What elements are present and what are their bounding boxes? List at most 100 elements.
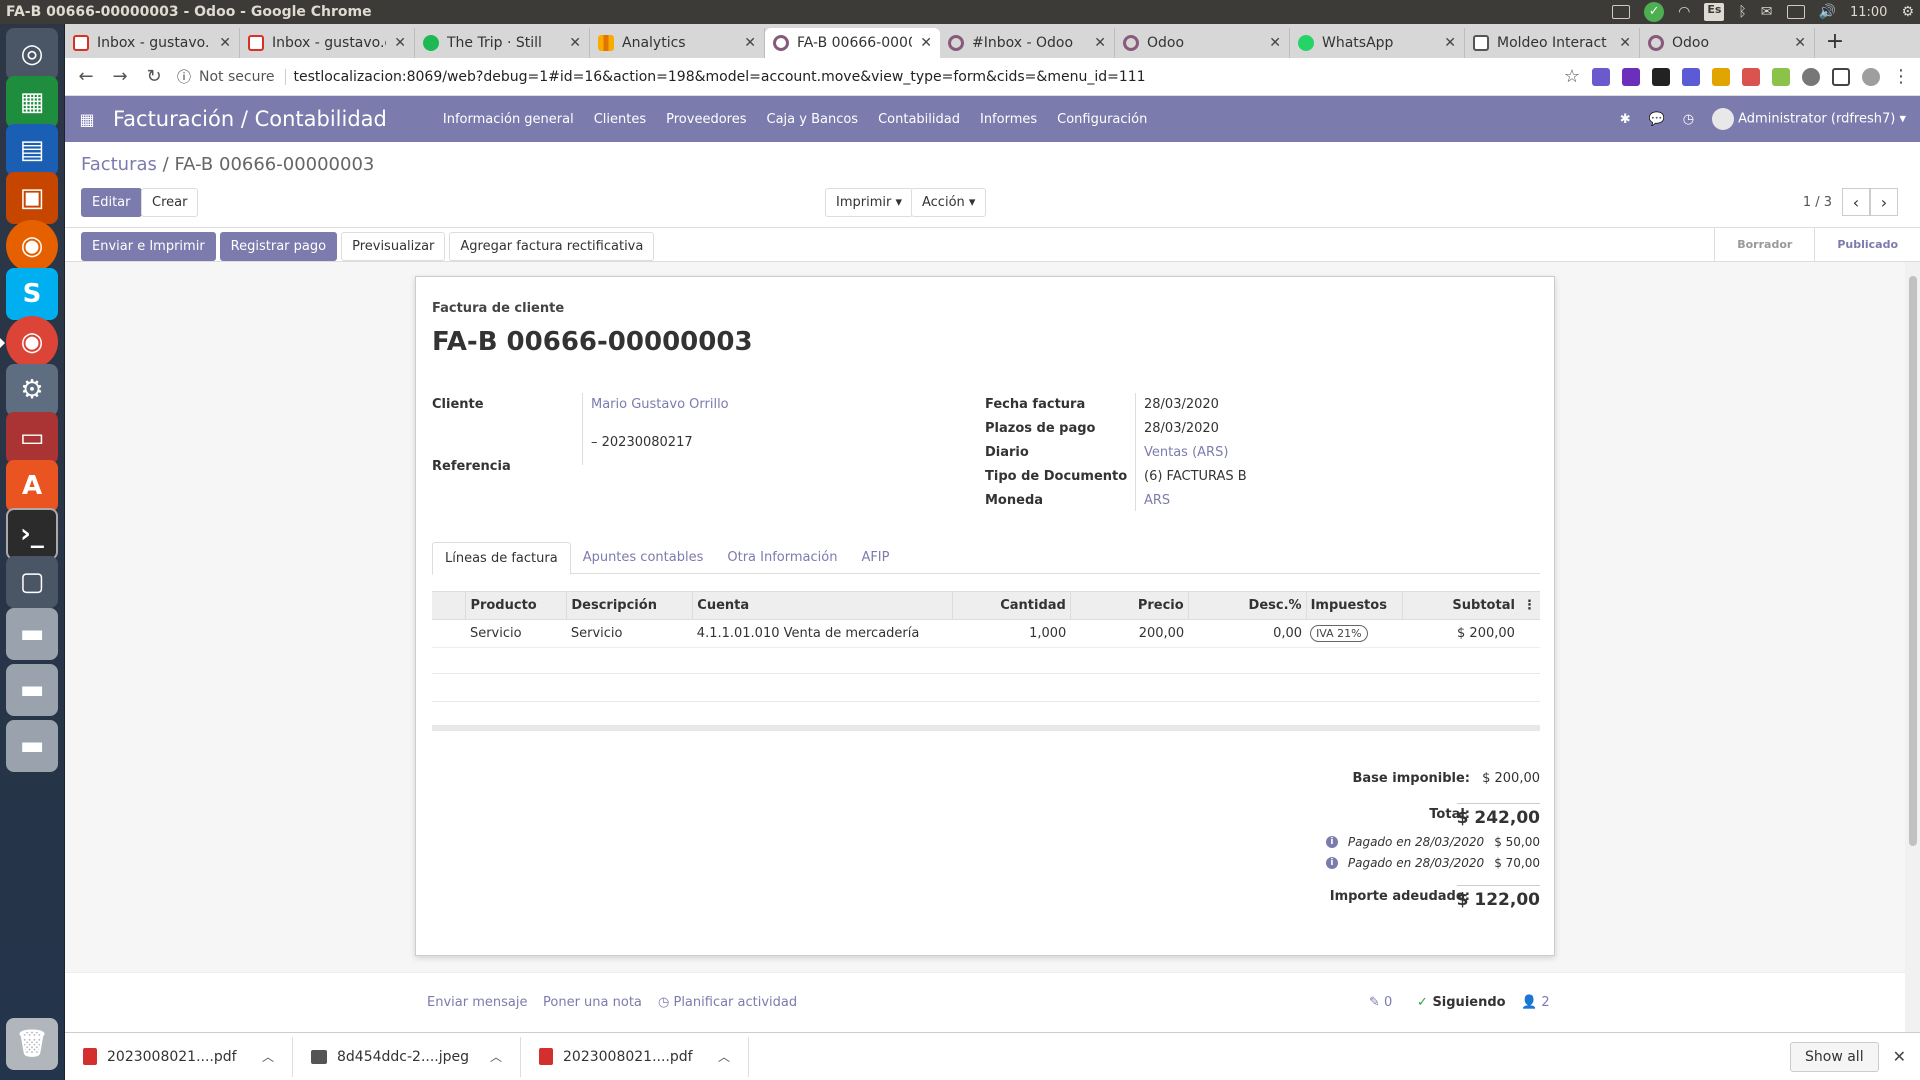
skype-app-icon[interactable]: S — [6, 268, 58, 320]
extension-icon[interactable] — [1712, 67, 1730, 86]
extension-icon[interactable] — [1802, 67, 1820, 86]
close-tab-icon[interactable]: ✕ — [920, 35, 932, 51]
column-header-price[interactable]: Precio — [1070, 591, 1189, 620]
back-arrow-icon[interactable]: ← — [75, 66, 97, 87]
column-header-subtotal[interactable]: Subtotal — [1402, 591, 1519, 620]
address-bar[interactable]: ⓘ Not secure testlocalizacion:8069/web?d… — [177, 62, 1552, 92]
messaging-icon[interactable]: 💬 — [1649, 112, 1665, 127]
close-tab-icon[interactable]: ✕ — [219, 35, 231, 51]
scrollbar-thumb[interactable] — [1909, 276, 1917, 846]
download-item[interactable]: 2023008021....pdf ︿ — [521, 1036, 749, 1077]
browser-tab[interactable]: The Trip · Still ✕ — [415, 28, 590, 58]
drive-icon[interactable]: ▬ — [6, 664, 58, 716]
chrome-app-icon[interactable]: ◉ — [0, 316, 58, 368]
action-dropdown[interactable]: Acción ▾ — [911, 188, 987, 217]
chevron-up-icon[interactable]: ︿ — [490, 1048, 502, 1065]
terminal-app-icon[interactable]: ›_ — [6, 508, 58, 560]
app-title[interactable]: Facturación / Contabilidad — [113, 107, 387, 131]
info-icon[interactable]: i — [1325, 857, 1338, 869]
send-print-button[interactable]: Enviar e Imprimir — [81, 232, 216, 261]
add-credit-note-button[interactable]: Agregar factura rectificativa — [449, 232, 655, 261]
browser-tab[interactable]: Moldeo Interact ✕ — [1465, 28, 1640, 58]
volume-icon[interactable]: 🔊 — [1819, 4, 1836, 20]
menu-configuration[interactable]: Configuración — [1057, 112, 1147, 127]
info-icon[interactable]: i — [1325, 836, 1338, 848]
apps-grid-icon[interactable]: ▦ — [75, 110, 99, 129]
close-tab-icon[interactable]: ✕ — [1619, 35, 1631, 51]
forward-arrow-icon[interactable]: → — [109, 66, 131, 87]
browser-tab[interactable]: Inbox - gustavo.o ✕ — [240, 28, 415, 58]
pager-previous-button[interactable]: ‹ — [1842, 188, 1870, 216]
security-indicator[interactable]: Not secure — [199, 68, 286, 85]
browser-tab[interactable]: Odoo ✕ — [1640, 28, 1815, 58]
trash-icon[interactable]: 🗑 — [6, 1018, 58, 1070]
column-header-quantity[interactable]: Cantidad — [952, 591, 1071, 620]
bluetooth-icon[interactable]: ᛒ — [1738, 4, 1746, 20]
files-app-icon[interactable]: ▭ — [6, 412, 58, 464]
browser-menu-icon[interactable]: ⋮ — [1892, 66, 1910, 87]
pager-next-button[interactable]: › — [1870, 188, 1898, 216]
create-button[interactable]: Crear — [141, 188, 199, 217]
menu-vendors[interactable]: Proveedores — [666, 112, 746, 127]
following-button[interactable]: ✓ Siguiendo — [1417, 995, 1506, 1010]
menu-reports[interactable]: Informes — [980, 112, 1037, 127]
journal-link[interactable]: Ventas (ARS) — [1144, 445, 1228, 460]
bookmark-star-icon[interactable]: ☆ — [1564, 66, 1580, 87]
browser-tab[interactable]: #Inbox - Odoo ✕ — [940, 28, 1115, 58]
show-all-downloads-button[interactable]: Show all — [1790, 1041, 1879, 1072]
settings-gear-icon[interactable]: ⚙ — [1901, 4, 1914, 20]
menu-cash-banks[interactable]: Caja y Bancos — [767, 112, 859, 127]
url-text[interactable]: testlocalizacion:8069/web?debug=1#id=16&… — [294, 69, 1146, 85]
tab-afip[interactable]: AFIP — [849, 542, 901, 573]
tab-journal-items[interactable]: Apuntes contables — [571, 542, 716, 573]
column-header-description[interactable]: Descripción — [566, 591, 694, 620]
close-tab-icon[interactable]: ✕ — [394, 35, 406, 51]
close-tab-icon[interactable]: ✕ — [569, 35, 581, 51]
impress-app-icon[interactable]: ▣ — [6, 172, 58, 224]
browser-tab[interactable]: WhatsApp ✕ — [1290, 28, 1465, 58]
currency-link[interactable]: ARS — [1144, 493, 1170, 508]
column-header-discount[interactable]: Desc.% — [1188, 591, 1307, 620]
print-dropdown[interactable]: Imprimir ▾ — [825, 188, 913, 217]
extension-icon[interactable] — [1652, 67, 1670, 86]
writer-app-icon[interactable]: ▤ — [6, 124, 58, 176]
close-icon[interactable]: ✕ — [1893, 1047, 1906, 1066]
browser-tab[interactable]: Inbox - gustavo. ✕ — [65, 28, 240, 58]
close-tab-icon[interactable]: ✕ — [1794, 35, 1806, 51]
user-menu[interactable]: Administrator (rdfresh7) ▾ — [1712, 108, 1906, 130]
register-payment-button[interactable]: Registrar pago — [219, 232, 338, 261]
extension-icon[interactable] — [1682, 67, 1700, 86]
close-tab-icon[interactable]: ✕ — [1269, 35, 1281, 51]
info-icon[interactable]: ⓘ — [177, 67, 191, 87]
spreadsheet-app-icon[interactable]: ▦ — [6, 76, 58, 128]
close-tab-icon[interactable]: ✕ — [744, 35, 756, 51]
reload-icon[interactable]: ↻ — [143, 66, 165, 87]
tab-invoice-lines[interactable]: Líneas de factura — [432, 542, 571, 575]
chevron-up-icon[interactable]: ︿ — [262, 1048, 274, 1065]
extension-icon[interactable] — [1622, 67, 1640, 86]
drive-icon[interactable]: ▬ — [6, 608, 58, 660]
chevron-up-icon[interactable]: ︿ — [718, 1048, 730, 1065]
tab-other-info[interactable]: Otra Información — [715, 542, 849, 573]
dash-home-icon[interactable]: ◎ — [6, 28, 58, 80]
download-item[interactable]: 2023008021....pdf ︿ — [65, 1036, 293, 1077]
followers-counter[interactable]: 👤 2 — [1521, 995, 1550, 1010]
customer-link[interactable]: Mario Gustavo Orrillo — [591, 397, 729, 412]
activity-clock-icon[interactable]: ◷ — [1683, 112, 1694, 127]
close-tab-icon[interactable]: ✕ — [1094, 35, 1106, 51]
check-icon[interactable]: ✓ — [1644, 2, 1665, 22]
mail-icon[interactable]: ✉ — [1761, 4, 1773, 20]
cloud-icon[interactable] — [1612, 5, 1631, 19]
column-header-taxes[interactable]: Impuestos — [1306, 591, 1403, 620]
close-tab-icon[interactable]: ✕ — [1444, 35, 1456, 51]
edit-button[interactable]: Editar — [81, 188, 142, 217]
browser-tab[interactable]: Analytics ✕ — [590, 28, 765, 58]
browser-tab-active[interactable]: FA-B 00666-0000 ✕ — [765, 28, 940, 58]
debug-bug-icon[interactable]: ✱ — [1620, 112, 1631, 127]
vertical-scrollbar[interactable] — [1905, 262, 1920, 1032]
menu-customers[interactable]: Clientes — [594, 112, 646, 127]
menu-accounting[interactable]: Contabilidad — [878, 112, 960, 127]
extension-icon[interactable] — [1592, 67, 1610, 86]
breadcrumb-invoices-link[interactable]: Facturas — [81, 154, 157, 175]
menu-overview[interactable]: Información general — [443, 112, 574, 127]
